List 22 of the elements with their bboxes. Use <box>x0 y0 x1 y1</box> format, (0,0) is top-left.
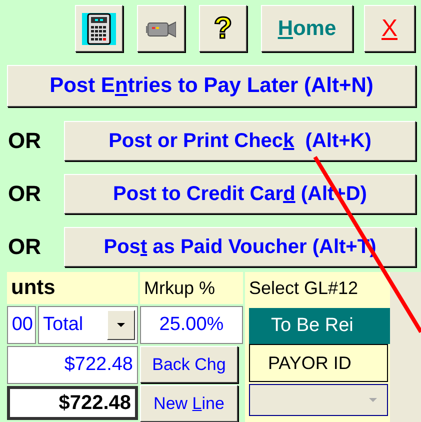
calculator-icon <box>82 12 116 44</box>
markup-field[interactable]: 25.00% <box>140 306 243 344</box>
table-header: PAYOR ID <box>249 344 388 382</box>
home-button[interactable]: Home <box>261 5 353 52</box>
subtotal-field: $722.48 <box>7 346 138 384</box>
calculator-button[interactable] <box>75 5 123 52</box>
dropdown-arrow-icon <box>369 398 377 402</box>
dropdown-arrow-icon <box>117 323 125 327</box>
table-header: To Be Rei <box>249 308 390 344</box>
or-label: OR <box>8 234 42 260</box>
new-line-button[interactable]: New Line <box>140 385 238 422</box>
post-later-button[interactable]: Post Entries to Pay Later (Alt+N) <box>7 65 416 107</box>
back-charge-button[interactable]: Back Chg <box>140 346 238 383</box>
post-button[interactable]: Post or Print Check (Alt+K) <box>64 121 416 161</box>
camera-button[interactable] <box>137 5 185 52</box>
or-label: OR <box>8 128 42 154</box>
total-field: $722.48 <box>7 386 138 420</box>
column-header: unts <box>7 272 138 304</box>
amount-field[interactable]: 00 <box>7 306 36 344</box>
column-header: Mrkup % <box>140 272 243 304</box>
type-dropdown[interactable]: Total <box>38 306 138 344</box>
or-label: OR <box>8 181 42 207</box>
